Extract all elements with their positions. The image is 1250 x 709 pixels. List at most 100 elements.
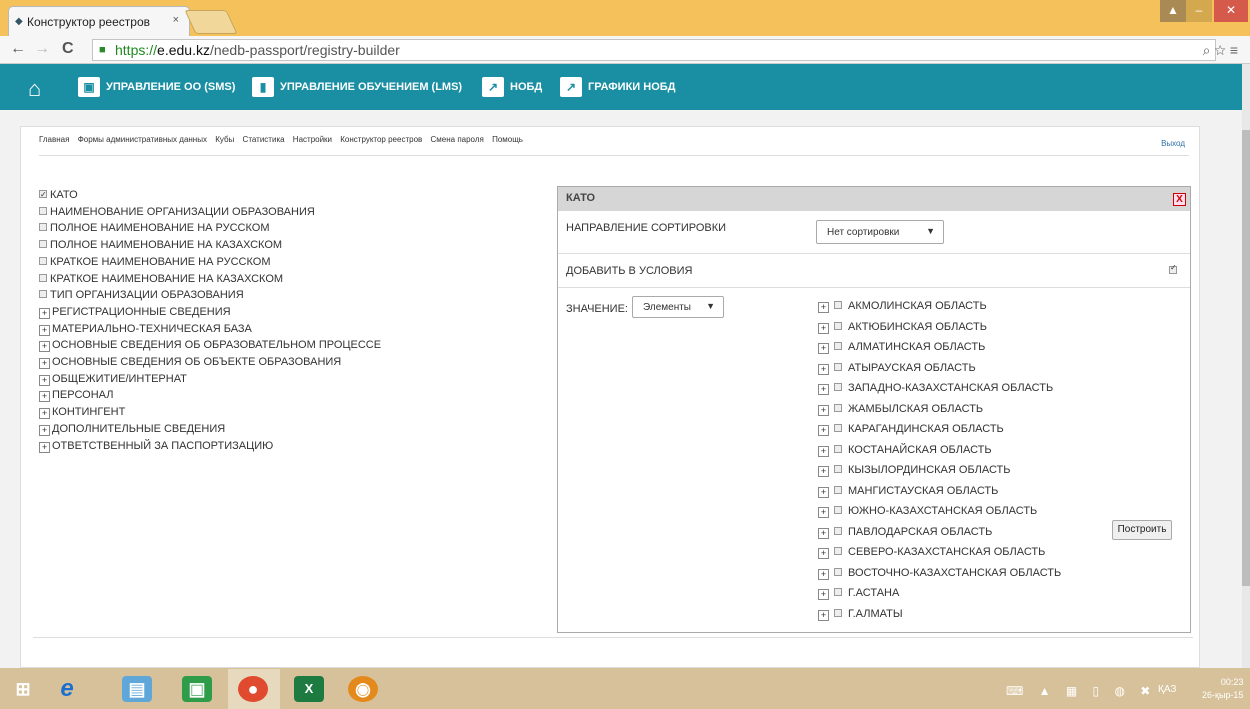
reload-icon[interactable]: C bbox=[62, 41, 74, 57]
region-item[interactable]: + АЛМАТИНСКАЯ ОБЛАСТЬ bbox=[818, 337, 1061, 358]
nav-lms[interactable]: ▮ УПРАВЛЕНИЕ ОБУЧЕНИЕМ (LMS) bbox=[252, 74, 462, 100]
region-item[interactable]: + КОСТАНАЙСКАЯ ОБЛАСТЬ bbox=[818, 440, 1061, 461]
page-scrollbar-thumb[interactable] bbox=[1242, 130, 1250, 586]
checkbox-icon[interactable] bbox=[834, 567, 842, 576]
menu-change-password[interactable]: Смена пароля bbox=[431, 135, 484, 144]
expand-plus-icon[interactable]: + bbox=[818, 527, 829, 539]
region-item[interactable]: + ЮЖНО-КАЗАХСТАНСКАЯ ОБЛАСТЬ bbox=[818, 501, 1061, 522]
expand-plus-icon[interactable]: + bbox=[818, 486, 829, 498]
nav-nobd-charts[interactable]: ↗ ГРАФИКИ НОБД bbox=[560, 74, 676, 100]
window-user-icon[interactable]: ▲ bbox=[1160, 0, 1186, 22]
region-item[interactable]: + ЖАМБЫЛСКАЯ ОБЛАСТЬ bbox=[818, 399, 1061, 420]
expand-plus-icon[interactable]: + bbox=[39, 441, 50, 453]
checkbox-icon[interactable] bbox=[834, 608, 842, 617]
region-item[interactable]: + КАРАГАНДИНСКАЯ ОБЛАСТЬ bbox=[818, 419, 1061, 440]
checkbox-icon[interactable] bbox=[834, 383, 842, 391]
forward-arrow-icon[interactable]: → bbox=[34, 41, 50, 57]
expand-plus-icon[interactable]: + bbox=[818, 425, 829, 436]
tree-group[interactable]: + ОБЩЕЖИТИЕ/ИНТЕРНАТ bbox=[39, 371, 381, 388]
checkbox-icon[interactable] bbox=[39, 223, 47, 232]
expand-plus-icon[interactable]: + bbox=[818, 445, 829, 457]
expand-plus-icon[interactable]: + bbox=[818, 384, 829, 395]
region-item[interactable]: + ЗАПАДНО-КАЗАХСТАНСКАЯ ОБЛАСТЬ bbox=[818, 378, 1061, 399]
expand-plus-icon[interactable]: + bbox=[39, 374, 50, 386]
checkbox-icon[interactable] bbox=[834, 547, 842, 555]
menu-cubes[interactable]: Кубы bbox=[215, 135, 234, 144]
checkbox-icon[interactable] bbox=[834, 485, 842, 494]
expand-plus-icon[interactable]: + bbox=[818, 466, 829, 477]
checkbox-icon[interactable] bbox=[834, 424, 842, 432]
region-item[interactable]: + МАНГИСТАУСКАЯ ОБЛАСТЬ bbox=[818, 481, 1061, 502]
expand-plus-icon[interactable]: + bbox=[818, 404, 829, 416]
expand-plus-icon[interactable]: + bbox=[818, 589, 829, 600]
firefox-icon[interactable]: ◉ bbox=[348, 676, 378, 702]
tree-group[interactable]: + РЕГИСТРАЦИОННЫЕ СВЕДЕНИЯ bbox=[39, 304, 381, 321]
store-icon[interactable]: ▣ bbox=[182, 676, 212, 702]
menu-admin-forms[interactable]: Формы административных данных bbox=[78, 135, 207, 144]
region-item[interactable]: + Г.АСТАНА bbox=[818, 583, 1061, 604]
menu-settings[interactable]: Настройки bbox=[293, 135, 332, 144]
checkbox-icon[interactable] bbox=[834, 526, 842, 535]
checkbox-icon[interactable] bbox=[834, 588, 842, 596]
checkbox-icon[interactable] bbox=[39, 256, 47, 265]
nav-nobd[interactable]: ↗ НОБД bbox=[482, 74, 542, 100]
expand-plus-icon[interactable]: + bbox=[818, 609, 829, 621]
tree-item[interactable]: КРАТКОЕ НАИМЕНОВАНИЕ НА РУССКОМ bbox=[39, 254, 381, 271]
tree-group[interactable]: + ДОПОЛНИТЕЛЬНЫЕ СВЕДЕНИЯ bbox=[39, 421, 381, 438]
checkbox-icon[interactable] bbox=[39, 273, 47, 282]
tab-close-button[interactable]: × bbox=[173, 14, 179, 26]
tree-item[interactable]: ПОЛНОЕ НАИМЕНОВАНИЕ НА КАЗАХСКОМ bbox=[39, 237, 381, 254]
zoom-star-menu-icons[interactable]: ⌕☆≡ bbox=[1203, 42, 1242, 59]
expand-plus-icon[interactable]: + bbox=[818, 507, 829, 518]
region-item[interactable]: + ВОСТОЧНО-КАЗАХСТАНСКАЯ ОБЛАСТЬ bbox=[818, 563, 1061, 584]
expand-plus-icon[interactable]: + bbox=[818, 343, 829, 354]
menu-help[interactable]: Помощь bbox=[492, 135, 523, 144]
checkbox-icon[interactable] bbox=[834, 301, 842, 309]
tree-item[interactable]: КРАТКОЕ НАИМЕНОВАНИЕ НА КАЗАХСКОМ bbox=[39, 271, 381, 288]
expand-plus-icon[interactable]: + bbox=[39, 307, 50, 319]
checkbox-icon[interactable] bbox=[39, 206, 47, 215]
expand-plus-icon[interactable]: + bbox=[39, 324, 50, 336]
back-arrow-icon[interactable]: ← bbox=[10, 41, 26, 57]
window-minimize-button[interactable]: – bbox=[1186, 0, 1212, 22]
nav-sms[interactable]: ▣ УПРАВЛЕНИЕ ОО (SMS) bbox=[78, 74, 235, 100]
tree-item[interactable]: ТИП ОРГАНИЗАЦИИ ОБРАЗОВАНИЯ bbox=[39, 287, 381, 304]
add-conditions-checkbox[interactable] bbox=[1169, 263, 1180, 277]
tree-item[interactable]: НАИМЕНОВАНИЕ ОРГАНИЗАЦИИ ОБРАЗОВАНИЯ bbox=[39, 204, 381, 221]
expand-plus-icon[interactable]: + bbox=[39, 424, 50, 436]
checkbox-icon[interactable] bbox=[834, 342, 842, 350]
tree-item[interactable]: КАТО bbox=[39, 187, 381, 204]
expand-plus-icon[interactable]: + bbox=[818, 322, 829, 334]
menu-registry-builder[interactable]: Конструктор реестров bbox=[340, 135, 422, 144]
url-field[interactable]: ■ https://e.edu.kz/nedb-passport/registr… bbox=[92, 39, 1216, 61]
browser-tab[interactable]: ◆ Конструктор реестров × bbox=[8, 6, 190, 36]
checkbox-icon[interactable] bbox=[39, 290, 47, 299]
checkbox-icon[interactable] bbox=[834, 362, 842, 371]
menu-statistics[interactable]: Статистика bbox=[243, 135, 285, 144]
region-item[interactable]: + АКМОЛИНСКАЯ ОБЛАСТЬ bbox=[818, 296, 1061, 317]
window-close-button[interactable]: ✕ bbox=[1214, 0, 1248, 22]
region-item[interactable]: + КЫЗЫЛОРДИНСКАЯ ОБЛАСТЬ bbox=[818, 460, 1061, 481]
internet-explorer-icon[interactable]: e bbox=[52, 676, 82, 702]
chrome-icon[interactable]: ● bbox=[238, 676, 268, 702]
value-type-select[interactable]: Элементы ▼ bbox=[632, 296, 724, 318]
tree-group[interactable]: + ПЕРСОНАЛ bbox=[39, 387, 381, 404]
region-item[interactable]: + СЕВЕРО-КАЗАХСТАНСКАЯ ОБЛАСТЬ bbox=[818, 542, 1061, 563]
expand-plus-icon[interactable]: + bbox=[39, 341, 50, 353]
expand-plus-icon[interactable]: + bbox=[818, 568, 829, 580]
start-windows-icon[interactable]: ⊞ bbox=[8, 676, 38, 702]
menu-home[interactable]: Главная bbox=[39, 135, 69, 144]
region-item[interactable]: + Г.АЛМАТЫ bbox=[818, 604, 1061, 625]
expand-plus-icon[interactable]: + bbox=[39, 408, 50, 420]
tree-group[interactable]: + ОСНОВНЫЕ СВЕДЕНИЯ ОБ ОБРАЗОВАТЕЛЬНОМ ПР… bbox=[39, 337, 381, 354]
region-item[interactable]: + АКТЮБИНСКАЯ ОБЛАСТЬ bbox=[818, 317, 1061, 338]
checkbox-icon[interactable] bbox=[834, 465, 842, 473]
tree-group[interactable]: + ОСНОВНЫЕ СВЕДЕНИЯ ОБ ОБЪЕКТЕ ОБРАЗОВАНИ… bbox=[39, 354, 381, 371]
clock[interactable]: 00:23 26-қыр-15 bbox=[1202, 676, 1243, 702]
expand-plus-icon[interactable]: + bbox=[818, 302, 829, 313]
tree-group[interactable]: + КОНТИНГЕНТ bbox=[39, 404, 381, 421]
language-indicator[interactable]: ҚАЗ bbox=[1158, 684, 1176, 695]
expand-plus-icon[interactable]: + bbox=[39, 391, 50, 403]
expand-plus-icon[interactable]: + bbox=[39, 358, 50, 370]
region-item[interactable]: + АТЫРАУСКАЯ ОБЛАСТЬ bbox=[818, 358, 1061, 379]
